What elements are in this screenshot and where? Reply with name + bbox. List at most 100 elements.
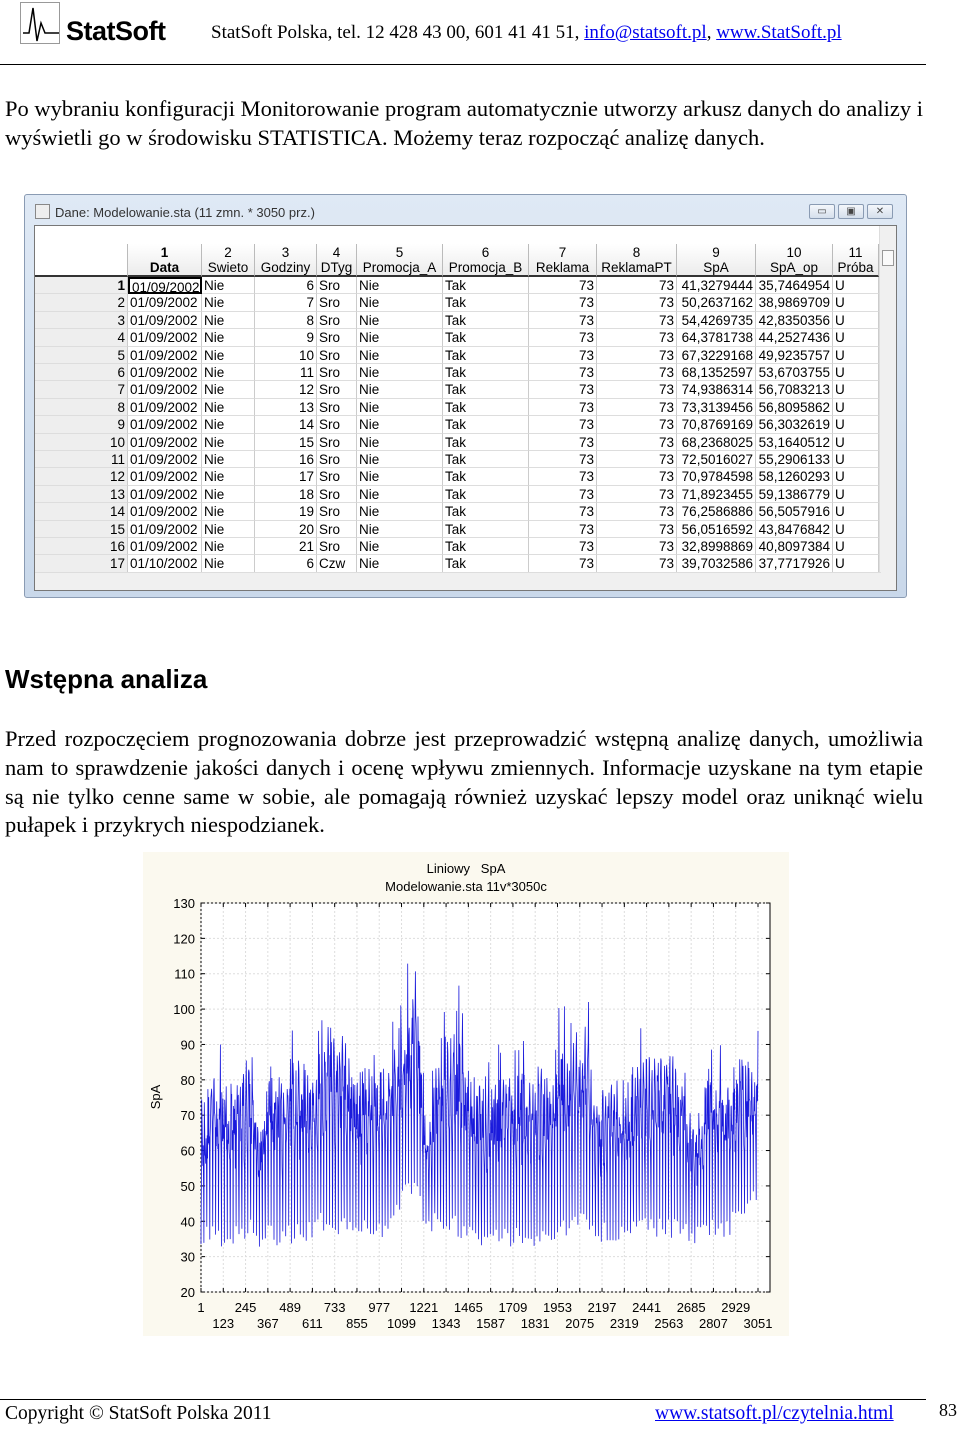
table-cell[interactable]: Nie bbox=[357, 485, 443, 504]
table-cell[interactable]: Sro bbox=[317, 277, 357, 295]
horizontal-scrollbar[interactable] bbox=[35, 572, 881, 590]
table-cell[interactable]: 12 bbox=[255, 381, 317, 399]
table-cell[interactable]: 73 bbox=[529, 555, 597, 573]
table-cell[interactable]: Tak bbox=[443, 416, 529, 434]
table-cell[interactable]: Nie bbox=[202, 364, 255, 382]
table-cell[interactable]: Nie bbox=[202, 416, 255, 434]
table-cell[interactable]: Tak bbox=[443, 381, 529, 399]
table-cell[interactable]: 01/09/2002 bbox=[128, 503, 202, 521]
footer-link[interactable]: www.statsoft.pl/czytelnia.html bbox=[655, 1403, 894, 1425]
table-cell[interactable]: 01/09/2002 bbox=[128, 451, 202, 469]
scroll-thumb[interactable] bbox=[882, 250, 894, 266]
table-cell[interactable]: Nie bbox=[357, 381, 443, 399]
table-cell[interactable]: Nie bbox=[202, 485, 255, 504]
table-cell[interactable]: Sro bbox=[317, 416, 357, 434]
table-cell[interactable]: 58,1260293 bbox=[756, 468, 833, 486]
table-cell[interactable]: 55,2906133 bbox=[756, 451, 833, 469]
table-cell[interactable]: 14 bbox=[255, 416, 317, 434]
table-cell[interactable]: 35,7464954 bbox=[756, 277, 833, 295]
table-cell[interactable]: 13 bbox=[255, 398, 317, 417]
row-header[interactable]: 16 bbox=[35, 538, 128, 556]
spreadsheet-grid[interactable]: 1 Data 2 Swieto 3 Godziny 4 DTyg 5 Promocja_A 6 Pro… bbox=[34, 225, 897, 591]
table-cell[interactable]: 41,3279444 bbox=[677, 277, 756, 295]
table-cell[interactable]: Sro bbox=[317, 329, 357, 347]
table-cell[interactable]: 73 bbox=[529, 294, 597, 312]
table-cell[interactable]: Tak bbox=[443, 294, 529, 312]
table-cell[interactable]: 40,8097384 bbox=[756, 538, 833, 556]
row-header[interactable]: 10 bbox=[35, 433, 128, 451]
table-cell[interactable]: Tak bbox=[443, 468, 529, 486]
table-cell[interactable]: 72,5016027 bbox=[677, 451, 756, 469]
table-cell[interactable]: 70,8769169 bbox=[677, 416, 756, 434]
table-cell[interactable]: 01/09/2002 bbox=[128, 277, 202, 295]
table-cell[interactable]: 01/09/2002 bbox=[128, 468, 202, 486]
email-link[interactable]: info@statsoft.pl bbox=[584, 22, 707, 43]
row-header[interactable]: 12 bbox=[35, 468, 128, 486]
table-cell[interactable]: Nie bbox=[357, 451, 443, 469]
table-cell[interactable]: 73 bbox=[529, 433, 597, 451]
table-cell[interactable]: 73 bbox=[597, 364, 677, 382]
table-cell[interactable]: 37,7717926 bbox=[756, 555, 833, 573]
table-cell[interactable]: Nie bbox=[202, 346, 255, 364]
table-cell[interactable]: 53,1640512 bbox=[756, 433, 833, 451]
table-cell[interactable]: Nie bbox=[202, 398, 255, 417]
table-cell[interactable]: Tak bbox=[443, 555, 529, 573]
table-cell[interactable]: 50,2637162 bbox=[677, 294, 756, 312]
table-cell[interactable]: Nie bbox=[202, 277, 255, 295]
table-cell[interactable]: Nie bbox=[357, 468, 443, 486]
table-cell[interactable]: 56,0516592 bbox=[677, 520, 756, 538]
table-cell[interactable]: Tak bbox=[443, 364, 529, 382]
table-cell[interactable]: 73 bbox=[597, 555, 677, 573]
vertical-scrollbar[interactable] bbox=[879, 226, 896, 590]
table-cell[interactable]: 73 bbox=[597, 468, 677, 486]
website-link[interactable]: www.StatSoft.pl bbox=[716, 22, 841, 43]
table-cell[interactable]: Nie bbox=[202, 311, 255, 330]
table-cell[interactable]: 15 bbox=[255, 433, 317, 451]
table-cell[interactable]: U bbox=[833, 346, 879, 364]
table-cell[interactable]: 73 bbox=[597, 520, 677, 538]
table-cell[interactable]: 8 bbox=[255, 311, 317, 330]
table-cell[interactable]: 17 bbox=[255, 468, 317, 486]
table-cell[interactable]: Nie bbox=[202, 451, 255, 469]
table-cell[interactable]: Nie bbox=[202, 555, 255, 573]
table-cell[interactable]: Nie bbox=[357, 398, 443, 417]
table-cell[interactable]: Nie bbox=[357, 433, 443, 451]
table-cell[interactable]: 68,2368025 bbox=[677, 433, 756, 451]
table-cell[interactable]: 56,5057916 bbox=[756, 503, 833, 521]
table-cell[interactable]: 73 bbox=[597, 416, 677, 434]
column-header[interactable]: 3 Godziny bbox=[255, 244, 317, 277]
table-cell[interactable]: 01/09/2002 bbox=[128, 398, 202, 417]
column-header[interactable]: 6 Promocja_B bbox=[443, 244, 529, 277]
table-cell[interactable]: 01/09/2002 bbox=[128, 294, 202, 312]
table-cell[interactable]: 73 bbox=[597, 398, 677, 417]
row-header[interactable]: 7 bbox=[35, 381, 128, 399]
column-header[interactable]: 7 Reklama bbox=[529, 244, 597, 277]
table-cell[interactable]: Sro bbox=[317, 433, 357, 451]
table-cell[interactable]: Nie bbox=[202, 294, 255, 312]
maximize-button[interactable]: ▣ bbox=[838, 204, 864, 219]
table-cell[interactable]: 01/09/2002 bbox=[128, 381, 202, 399]
table-cell[interactable]: 7 bbox=[255, 294, 317, 312]
table-cell[interactable]: 73,3139456 bbox=[677, 398, 756, 417]
table-cell[interactable]: Sro bbox=[317, 520, 357, 538]
table-cell[interactable]: U bbox=[833, 468, 879, 486]
table-cell[interactable]: Tak bbox=[443, 538, 529, 556]
table-cell[interactable]: 73 bbox=[529, 381, 597, 399]
table-cell[interactable]: 19 bbox=[255, 503, 317, 521]
table-cell[interactable]: 73 bbox=[597, 538, 677, 556]
column-header[interactable]: 10 SpA_op bbox=[756, 244, 833, 277]
table-cell[interactable]: Sro bbox=[317, 451, 357, 469]
table-cell[interactable]: Tak bbox=[443, 398, 529, 417]
table-cell[interactable]: 73 bbox=[529, 451, 597, 469]
table-cell[interactable]: 64,3781738 bbox=[677, 329, 756, 347]
table-cell[interactable]: Nie bbox=[357, 503, 443, 521]
row-header[interactable]: 5 bbox=[35, 346, 128, 364]
table-cell[interactable]: Tak bbox=[443, 520, 529, 538]
table-cell[interactable]: Tak bbox=[443, 346, 529, 364]
table-cell[interactable]: 56,3032619 bbox=[756, 416, 833, 434]
table-cell[interactable]: Nie bbox=[357, 277, 443, 295]
table-cell[interactable]: 73 bbox=[597, 329, 677, 347]
row-header[interactable]: 9 bbox=[35, 416, 128, 434]
table-cell[interactable]: 59,1386779 bbox=[756, 485, 833, 504]
table-cell[interactable]: U bbox=[833, 329, 879, 347]
